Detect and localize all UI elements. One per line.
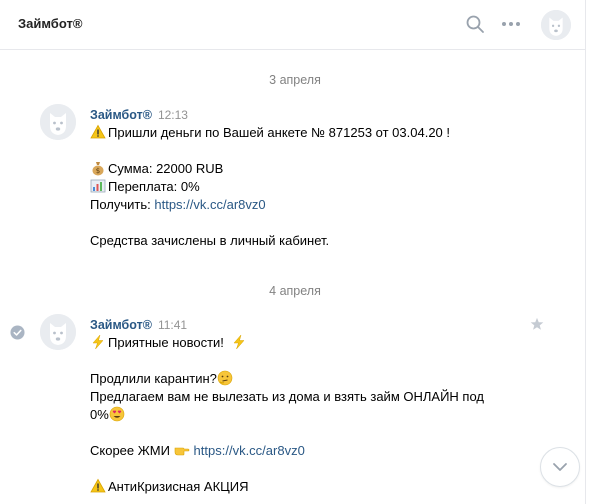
message-author[interactable]: Займбот® 11:41	[90, 318, 187, 332]
warning-icon	[90, 478, 106, 493]
chat-window: Займбот® 3 апреля Займбот® 12:13 Пришли …	[0, 0, 590, 504]
scroll-down-button[interactable]	[540, 447, 580, 487]
message-author[interactable]: Займбот® 12:13	[90, 108, 188, 122]
thinking-face-icon	[217, 370, 233, 386]
date-separator: 4 апреля	[269, 284, 321, 298]
message-line: Переплата: 0%	[90, 178, 530, 196]
chart-icon	[90, 179, 106, 193]
lightning-icon	[232, 334, 245, 350]
more-icon[interactable]	[499, 12, 523, 36]
sender-avatar[interactable]	[40, 104, 76, 140]
message-line: Продлили карантин?	[90, 370, 530, 388]
message-line: АнтиКризисная АКЦИЯ	[90, 478, 530, 496]
message: Займбот® 12:13 Пришли деньги по Вашей анк…	[0, 104, 585, 264]
scrollbar-track[interactable]	[585, 0, 590, 504]
money-bag-icon: $	[92, 162, 104, 176]
dog-avatar-icon	[40, 314, 76, 350]
message-body: Приятные новости! Продлили карантин? Пре…	[90, 334, 530, 496]
message-line: Предлагаем вам не вылезать из дома и взя…	[90, 389, 484, 422]
chat-header: Займбот®	[0, 0, 585, 50]
dog-avatar-icon	[40, 104, 76, 140]
message-line: Средства зачислены в личный кабинет.	[90, 233, 330, 248]
svg-text:$: $	[96, 167, 100, 175]
message-line: Получить: https://vk.cc/ar8vz0	[90, 197, 266, 212]
dog-avatar-icon	[541, 10, 571, 40]
header-avatar[interactable]	[541, 10, 571, 40]
search-icon[interactable]	[463, 12, 487, 36]
message-line: Приятные новости!	[90, 334, 530, 352]
sender-avatar[interactable]	[40, 314, 76, 350]
warning-icon	[90, 124, 106, 139]
chevron-down-icon	[553, 463, 567, 471]
check-icon[interactable]	[10, 325, 25, 340]
author-name[interactable]: Займбот®	[90, 108, 152, 122]
message-link[interactable]: https://vk.cc/ar8vz0	[194, 443, 305, 458]
pointing-hand-icon	[174, 447, 189, 456]
heart-eyes-icon	[109, 406, 125, 422]
message-body: Пришли деньги по Вашей анкете № 871253 о…	[90, 124, 530, 250]
message-time[interactable]: 12:13	[158, 108, 188, 122]
message: Займбот® 11:41 Приятные новости! Продлили…	[0, 314, 585, 504]
message-line: Скорее ЖМИ https://vk.cc/ar8vz0	[90, 443, 305, 458]
message-time[interactable]: 11:41	[158, 318, 187, 332]
lightning-icon	[92, 334, 104, 350]
chat-title: Займбот®	[18, 16, 83, 31]
message-link[interactable]: https://vk.cc/ar8vz0	[154, 197, 265, 212]
date-separator: 3 апреля	[269, 73, 321, 87]
author-name[interactable]: Займбот®	[90, 318, 152, 332]
message-line: Пришли деньги по Вашей анкете № 871253 о…	[90, 124, 530, 142]
message-line: $ Сумма: 22000 RUB	[90, 160, 530, 178]
star-icon[interactable]	[530, 317, 544, 331]
